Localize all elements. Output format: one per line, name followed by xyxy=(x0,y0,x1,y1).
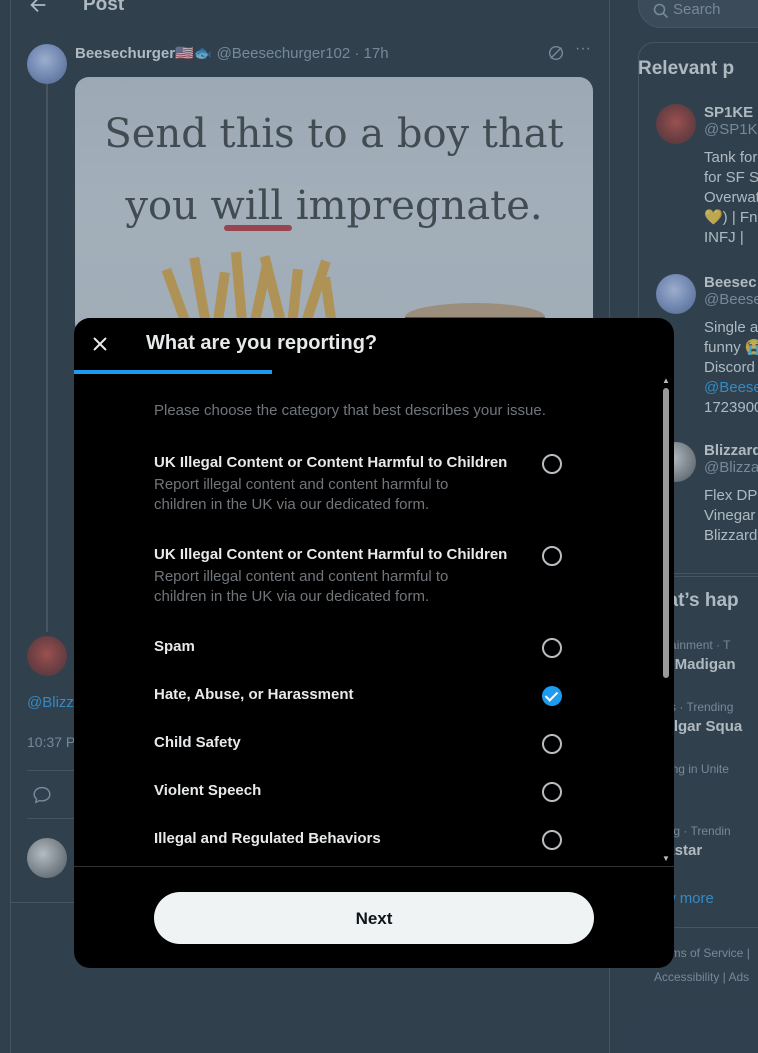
option-label: Child Safety xyxy=(154,734,241,751)
close-icon[interactable] xyxy=(90,334,110,354)
report-option[interactable]: Hate, Abuse, or Harassment xyxy=(154,686,574,703)
option-radio[interactable] xyxy=(542,454,562,474)
option-label: UK Illegal Content or Content Harmful to… xyxy=(154,454,508,471)
dialog-scrollbar[interactable]: ▲ ▼ xyxy=(661,376,671,866)
option-label: Spam xyxy=(154,638,195,655)
dialog-title: What are you reporting? xyxy=(146,332,378,354)
option-radio[interactable] xyxy=(542,546,562,566)
option-label: Violent Speech xyxy=(154,782,262,799)
report-option[interactable]: UK Illegal Content or Content Harmful to… xyxy=(154,546,574,607)
scroll-down-icon[interactable]: ▼ xyxy=(661,854,671,864)
footer-divider xyxy=(74,866,674,867)
option-description: Report illegal content and content harmf… xyxy=(154,568,449,605)
option-radio[interactable] xyxy=(542,782,562,802)
instruction-text: Please choose the category that best des… xyxy=(154,402,546,419)
option-label: UK Illegal Content or Content Harmful to… xyxy=(154,546,508,563)
report-option[interactable]: Illegal and Regulated Behaviors xyxy=(154,830,574,847)
option-label: Hate, Abuse, or Harassment xyxy=(154,686,354,703)
report-option[interactable]: UK Illegal Content or Content Harmful to… xyxy=(154,454,574,515)
report-option[interactable]: Spam xyxy=(154,638,574,655)
scroll-thumb[interactable] xyxy=(663,388,669,678)
report-dialog: What are you reporting? Please choose th… xyxy=(74,318,674,968)
option-radio[interactable] xyxy=(542,830,562,850)
dialog-body[interactable]: Please choose the category that best des… xyxy=(74,374,674,866)
option-description: Report illegal content and content harmf… xyxy=(154,476,449,513)
option-radio[interactable] xyxy=(542,734,562,754)
option-radio-checked[interactable] xyxy=(542,686,562,706)
report-option[interactable]: Child Safety xyxy=(154,734,574,751)
next-button[interactable]: Next xyxy=(154,892,594,944)
option-radio[interactable] xyxy=(542,638,562,658)
scroll-up-icon[interactable]: ▲ xyxy=(661,376,671,386)
option-label: Illegal and Regulated Behaviors xyxy=(154,830,381,847)
report-option[interactable]: Violent Speech xyxy=(154,782,574,799)
